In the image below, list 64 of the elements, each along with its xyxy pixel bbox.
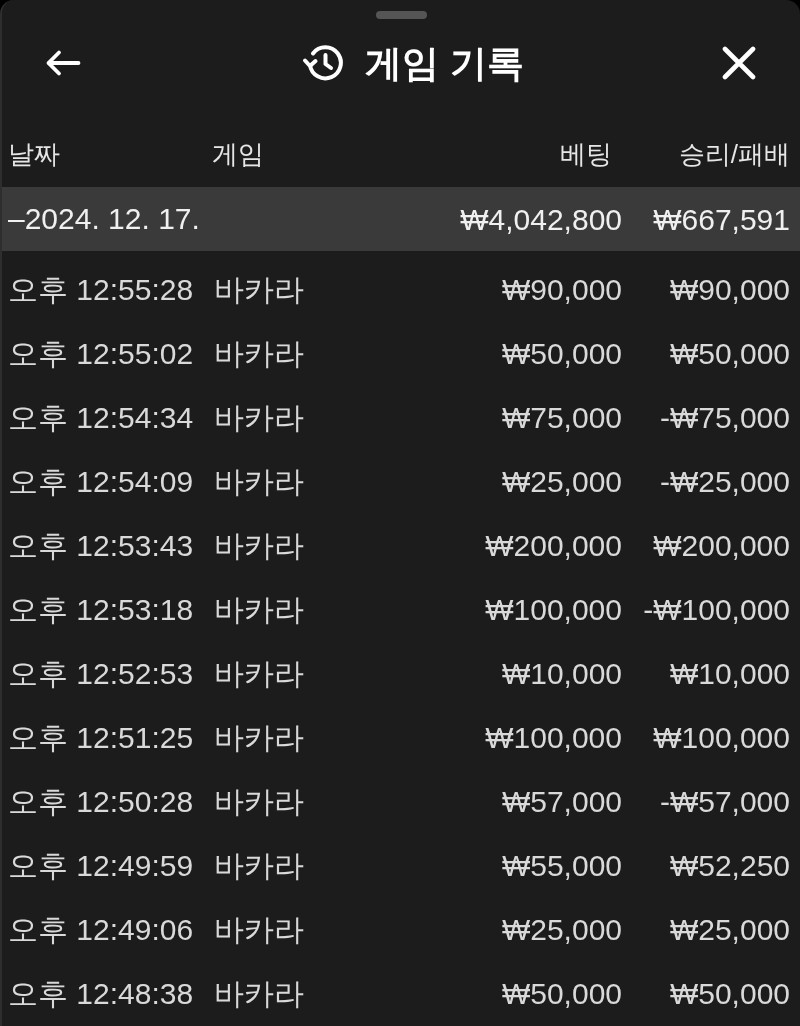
time-cell-text: 오후 12:49:59	[8, 847, 194, 884]
result-amount: ₩50,000	[669, 975, 790, 1012]
time-cell-text: 오후 12:53:18	[8, 591, 194, 628]
game-cell-text: 바카라	[213, 719, 304, 756]
time-cell-text: 오후 12:55:28	[8, 271, 194, 308]
result-amount: ₩50,000	[669, 335, 790, 372]
game-cell-text: 바카라	[213, 463, 304, 500]
column-header[interactable]: 승리/패배	[678, 134, 790, 174]
back-arrow-icon	[45, 49, 81, 77]
bet-amount: ₩100,000	[485, 591, 622, 628]
time-cell-text: 오후 12:50:28	[8, 783, 194, 820]
game-cell-text: 바카라	[213, 591, 304, 628]
time-cell-text: 오후 12:52:53	[8, 655, 194, 692]
time-cell-text: 오후 12:53:43	[8, 527, 194, 564]
bet-amount: ₩10,000	[501, 655, 622, 692]
drag-handle[interactable]	[375, 11, 427, 19]
game-cell-text: 바카라	[213, 271, 304, 308]
time-cell-text: 오후 12:49:06	[8, 911, 194, 948]
bet-amount: ₩57,000	[501, 783, 622, 820]
game-cell-text: 바카라	[213, 399, 304, 436]
date-group-row[interactable]: –2024. 12. 17. ₩4,042,800 ₩667,591	[2, 187, 800, 251]
bet-amount: ₩90,000	[501, 271, 622, 308]
column-header[interactable]: 베팅	[560, 134, 622, 174]
game-cell-text: 바카라	[213, 335, 304, 372]
bet-total: ₩4,042,800	[460, 201, 622, 238]
bet-amount: ₩25,000	[501, 911, 622, 948]
time-cell-text: 오후 12:51:25	[8, 719, 194, 756]
bet-amount: ₩50,000	[501, 975, 622, 1012]
result-amount: -₩25,000	[659, 463, 790, 500]
time-cell-text: 오후 12:54:34	[8, 399, 194, 436]
back-button[interactable]	[45, 49, 81, 77]
column-header[interactable]: 날짜	[8, 134, 60, 174]
result-amount: ₩25,000	[669, 911, 790, 948]
result-amount: -₩75,000	[659, 399, 790, 436]
result-amount: -₩57,000	[659, 783, 790, 820]
time-cell-text: 오후 12:55:02	[8, 335, 194, 372]
time-cell-text: 오후 12:48:38	[8, 975, 194, 1012]
game-cell-text: 바카라	[213, 783, 304, 820]
sheet-title: 게임 기록	[365, 44, 524, 82]
result-amount: -₩100,000	[643, 591, 790, 628]
result-total: ₩667,591	[653, 201, 790, 238]
game-cell-text: 바카라	[213, 527, 304, 564]
bet-amount: ₩200,000	[485, 527, 622, 564]
game-cell-text: 바카라	[213, 847, 304, 884]
game-cell-text: 바카라	[213, 975, 304, 1012]
result-amount: ₩100,000	[653, 719, 790, 756]
result-amount: ₩10,000	[669, 655, 790, 692]
result-amount: ₩52,250	[669, 847, 790, 884]
bet-amount: ₩50,000	[501, 335, 622, 372]
result-amount: ₩200,000	[653, 527, 790, 564]
game-cell-text: 바카라	[213, 911, 304, 948]
column-header[interactable]: 게임	[212, 134, 264, 174]
history-clock-icon	[302, 43, 344, 83]
bet-amount: ₩55,000	[501, 847, 622, 884]
time-cell-text: 오후 12:54:09	[8, 463, 194, 500]
bet-amount: ₩25,000	[501, 463, 622, 500]
bet-amount: ₩75,000	[501, 399, 622, 436]
close-button[interactable]	[721, 45, 757, 81]
game-cell-text: 바카라	[213, 655, 304, 692]
close-icon	[722, 46, 756, 80]
collapse-toggle[interactable]: –	[8, 204, 25, 234]
group-date: 2024. 12. 17.	[24, 204, 200, 234]
result-amount: ₩90,000	[669, 271, 790, 308]
bet-amount: ₩100,000	[485, 719, 622, 756]
